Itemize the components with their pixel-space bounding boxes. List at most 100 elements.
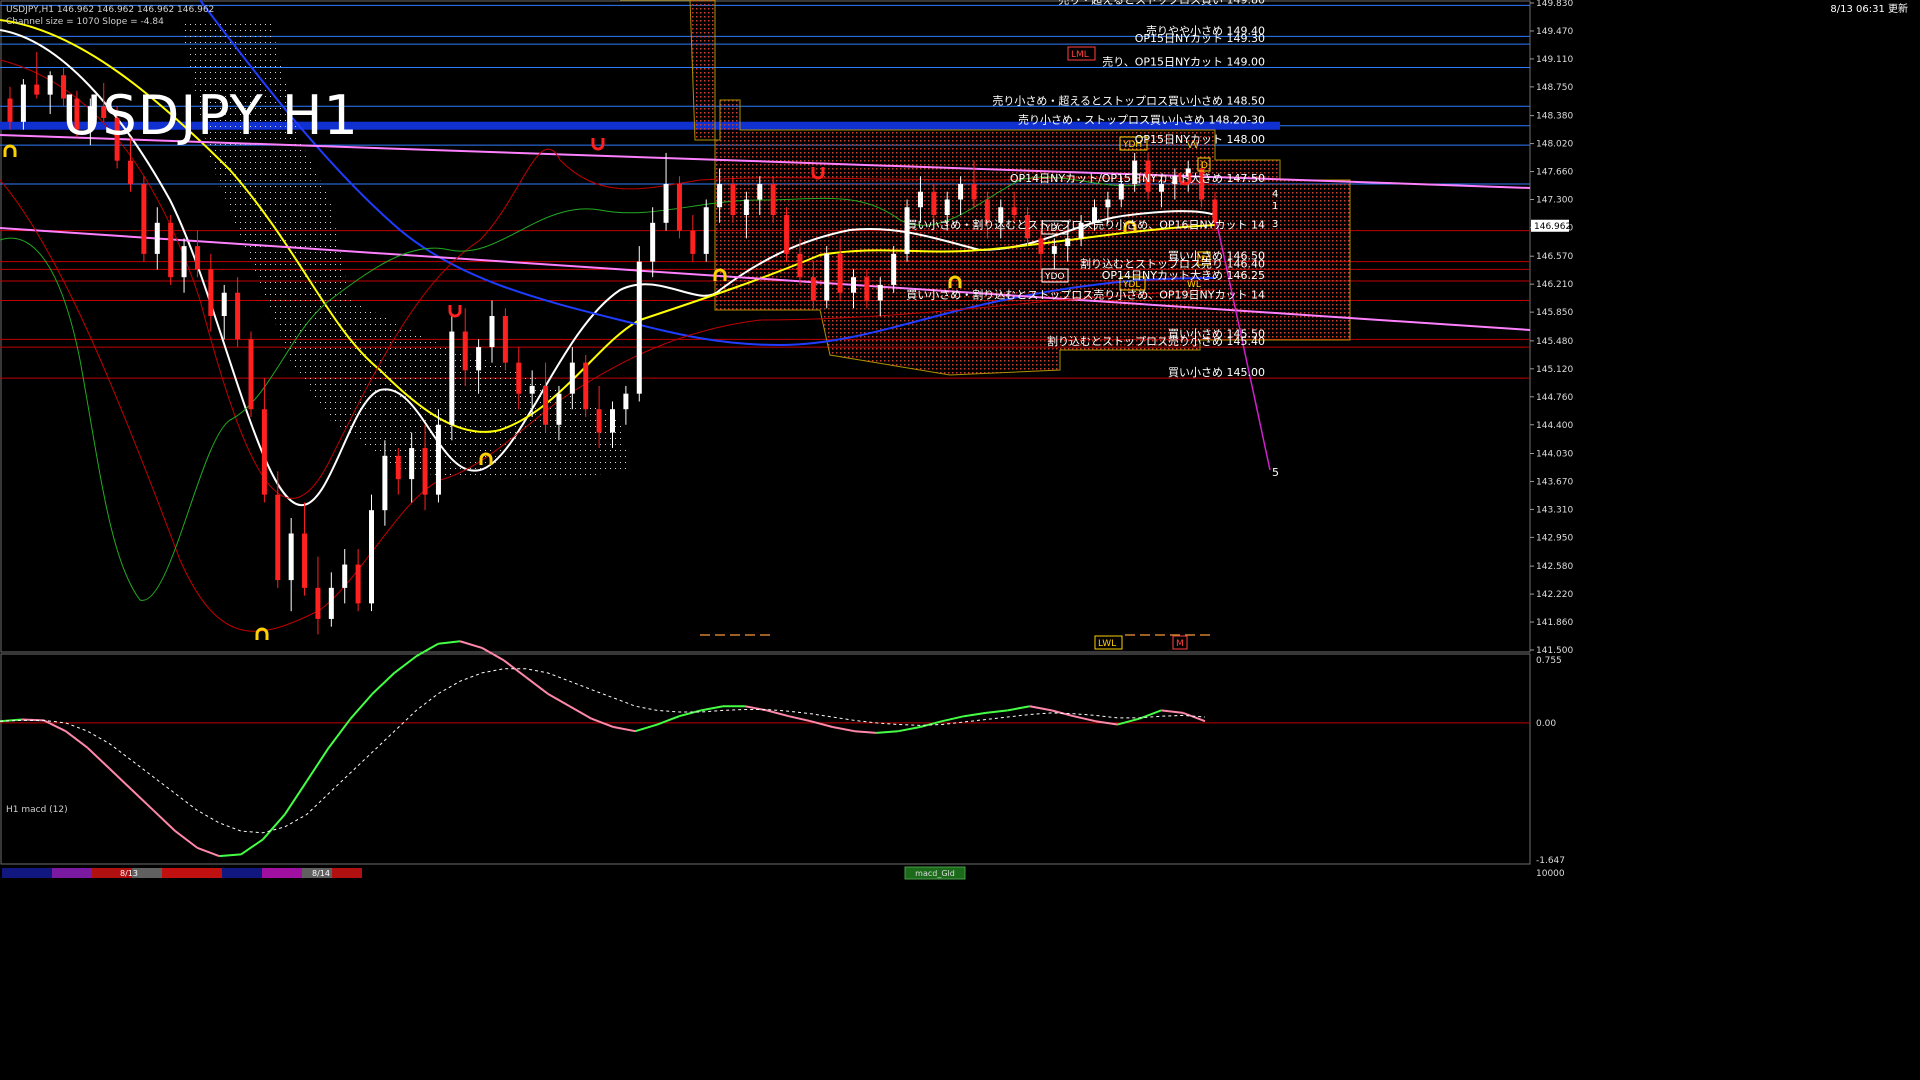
- candle-body: [851, 277, 856, 293]
- candle-body: [1038, 238, 1044, 254]
- price-axis-label: 149.110: [1536, 55, 1573, 65]
- candle-body: [47, 75, 53, 95]
- candle-body: [837, 253, 843, 293]
- candle-body: [128, 160, 133, 184]
- time-bar-segment: [2, 868, 52, 878]
- level-annotation-text: 売り小さめ・超えるとストップロス買い小さめ 148.50: [992, 93, 1265, 107]
- candle-body: [770, 183, 776, 216]
- candle-body: [141, 183, 147, 254]
- date-label-8-13: 8/13: [120, 869, 138, 878]
- candle-body: [449, 331, 455, 425]
- macd-panel-label: H1 macd (12): [6, 805, 68, 815]
- candle-body: [931, 191, 937, 216]
- candle-body: [382, 455, 388, 511]
- candle[interactable]: [636, 246, 642, 402]
- wave-label-4: 4: [1272, 189, 1278, 200]
- level-annotation-text: 買い小さめ・割り込むとストップロス売り小さめ、OP16日NYカット 14: [906, 218, 1265, 232]
- candle-body: [20, 84, 26, 122]
- candle-body: [1118, 183, 1124, 200]
- price-axis-label: 144.030: [1536, 449, 1573, 459]
- candle[interactable]: [168, 215, 174, 285]
- time-bar-segment: [262, 868, 302, 878]
- level-annotation-text: 買い小さめ 145.00: [1168, 366, 1265, 379]
- candle[interactable]: [676, 176, 682, 239]
- candle-body: [34, 84, 40, 95]
- candle[interactable]: [824, 246, 830, 309]
- candle-body: [502, 316, 508, 363]
- candle-body: [302, 533, 308, 588]
- candle-body: [395, 455, 401, 480]
- candle-body: [248, 339, 254, 410]
- macd-axis-label: -1.647: [1536, 856, 1565, 866]
- candle[interactable]: [703, 199, 709, 262]
- candle-body: [288, 533, 294, 581]
- price-axis-label: 148.020: [1536, 140, 1573, 150]
- current-price-label: 146.962: [1534, 222, 1571, 232]
- candle[interactable]: [502, 308, 508, 371]
- candle-body: [730, 183, 736, 216]
- candle-body: [810, 277, 816, 301]
- candle-body: [355, 564, 361, 604]
- candle-body: [1011, 207, 1017, 216]
- candle-body: [864, 277, 870, 301]
- candle-body: [1051, 246, 1057, 254]
- candle-body: [797, 253, 803, 278]
- candle-body: [489, 316, 495, 348]
- macd-axis-label: 0.00: [1536, 719, 1556, 729]
- candle[interactable]: [784, 207, 790, 262]
- candle-body: [529, 385, 535, 394]
- price-axis-label: 148.750: [1536, 83, 1573, 93]
- candle-body: [944, 199, 950, 216]
- level-annotation-text: 買い小さめ・割り込むとストップロス売り小さめ、OP19日NYカット 14: [906, 287, 1265, 301]
- candle[interactable]: [141, 176, 147, 262]
- level-annotation-text: 売り、OP15日NYカット 149.00: [1102, 55, 1265, 68]
- candle-body: [971, 183, 977, 200]
- candle-body: [261, 409, 267, 495]
- time-bar-segment: [222, 868, 262, 878]
- price-axis-label: 141.860: [1536, 618, 1573, 628]
- price-axis-label: 142.580: [1536, 562, 1573, 572]
- candle[interactable]: [583, 354, 589, 417]
- marker-m: M: [1176, 639, 1184, 649]
- candle-body: [342, 564, 348, 588]
- candle[interactable]: [369, 494, 374, 612]
- candle-body: [409, 448, 415, 480]
- candle-body: [168, 222, 174, 278]
- price-axis-label: 144.400: [1536, 421, 1573, 431]
- candle-body: [516, 362, 522, 394]
- macd-bottom-value: 10000: [1536, 869, 1565, 879]
- level-annotation-text: OP15日NYカット 148.00: [1135, 133, 1265, 146]
- marker-lml: LML: [1071, 50, 1089, 60]
- candle-body: [328, 587, 334, 619]
- candle-body: [154, 222, 160, 254]
- price-axis-label: 142.220: [1536, 590, 1573, 600]
- candle-body: [235, 292, 241, 340]
- candle[interactable]: [248, 331, 254, 417]
- candle-body: [194, 246, 200, 270]
- price-axis-label: 149.830: [1536, 0, 1573, 9]
- candle-body: [690, 230, 696, 254]
- price-axis-label: 147.300: [1536, 196, 1573, 206]
- candle-body: [703, 207, 709, 254]
- level-annotation-text: OP14日NYカット大きめ 146.25: [1102, 268, 1265, 282]
- candle-body: [743, 199, 749, 216]
- candle-body: [422, 448, 428, 495]
- candle-body: [1158, 183, 1164, 192]
- wave-label-1: 1: [1272, 201, 1278, 212]
- macd-gld-button[interactable]: macd_Gld: [904, 866, 966, 880]
- candle[interactable]: [449, 316, 455, 441]
- price-axis-label: 146.210: [1536, 280, 1573, 290]
- candle-body: [1105, 199, 1111, 208]
- wave-label-5: 5: [1272, 466, 1279, 479]
- price-axis-label: 146.570: [1536, 252, 1573, 262]
- time-bar-segment: [332, 868, 362, 878]
- marker-ydo: YDO: [1044, 272, 1065, 282]
- candle-body: [369, 510, 374, 604]
- candle-body: [315, 587, 321, 619]
- price-axis-label: 148.380: [1536, 112, 1573, 122]
- channel-info-label: Channel size = 1070 Slope = -4.84: [6, 17, 164, 27]
- candle-body: [891, 253, 897, 285]
- price-axis-label: 143.670: [1536, 477, 1573, 487]
- candle-body: [583, 362, 589, 410]
- chart-root: LMLYDHYDCYDOYDLLWLMDDVVWL1345 売り小さめ、OP15…: [0, 0, 1920, 1080]
